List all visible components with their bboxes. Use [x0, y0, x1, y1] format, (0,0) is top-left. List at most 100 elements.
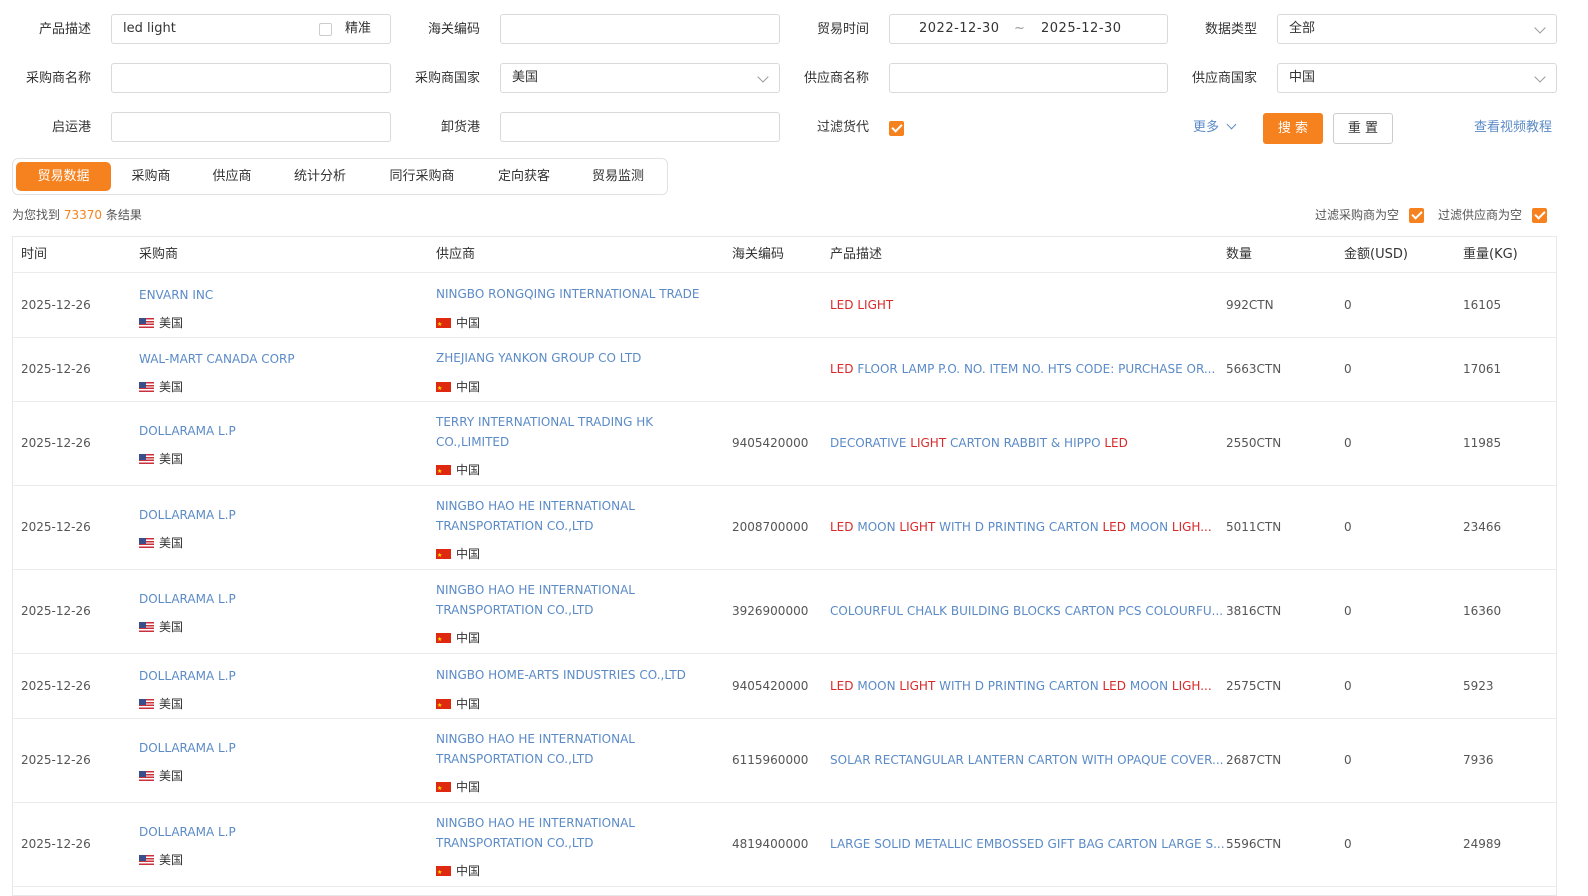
tab-targeted-leads[interactable]: 定向获客	[479, 162, 569, 191]
supplier-name-label: 供应商名称	[803, 71, 869, 86]
origin-port-input[interactable]	[111, 112, 391, 142]
buyer-link[interactable]: DOLLARAMA L.P	[139, 421, 419, 441]
cell-weight: 16105	[1463, 297, 1502, 312]
supplier-country: 中国	[436, 694, 721, 716]
date-to[interactable]: 2025-12-30	[1041, 15, 1122, 43]
results-count: 73370	[63, 208, 103, 222]
origin-port-label: 启运港	[51, 120, 91, 135]
cell-qty: 5011CTN	[1226, 520, 1282, 534]
us-flag-icon	[139, 382, 154, 392]
hs-code-input[interactable]	[500, 14, 780, 44]
buyer-country: 美国	[139, 313, 419, 333]
buyer-link[interactable]: DOLLARAMA L.P	[139, 822, 419, 842]
buyer-link[interactable]: WAL-MART CANADA CORP	[139, 349, 419, 369]
more-toggle[interactable]: 更多	[1193, 112, 1237, 144]
table-row: 2025-12-26 DOLLARAMA L.P 美国 NINGBO HOME-ART…	[13, 653, 1556, 719]
cell-desc[interactable]: LED LIGHT	[830, 297, 893, 313]
cell-weight: 7936	[1463, 753, 1494, 767]
buyer-link[interactable]: DOLLARAMA L.P	[139, 589, 419, 609]
cell-desc[interactable]: LED MOON LIGHT WITH D PRINTING CARTON LE…	[830, 519, 1212, 535]
data-type-label: 数据类型	[1204, 22, 1257, 37]
buyer-country-text: 美国	[159, 697, 184, 711]
col-hs-code: 海关编码	[732, 247, 785, 262]
buyer-link[interactable]: DOLLARAMA L.P	[139, 505, 419, 525]
supplier-link[interactable]: NINGBO HAO HE INTERNATIONAL TRANSPORTATIO…	[436, 814, 721, 853]
supplier-country-text: 中国	[456, 696, 481, 711]
supplier-link[interactable]: NINGBO HAO HE INTERNATIONAL TRANSPORTATIO…	[436, 497, 721, 536]
supplier-link[interactable]: ZHEJIANG YANKON GROUP CO LTD	[436, 349, 721, 369]
filter-forwarder-checkbox[interactable]	[889, 121, 904, 136]
cell-desc[interactable]: LED FLOOR LAMP P.O. NO. ITEM NO. HTS COD…	[830, 361, 1215, 377]
supplier-link[interactable]: NINGBO RONGQING INTERNATIONAL TRADE	[436, 285, 721, 305]
buyer-country-text: 美国	[159, 452, 184, 466]
data-type-select[interactable]: 全部	[1277, 14, 1557, 44]
us-flag-icon	[139, 318, 154, 328]
data-type-value: 全部	[1289, 21, 1316, 36]
tab-statistics[interactable]: 统计分析	[275, 162, 365, 191]
cell-supplier: NINGBO HAO HE INTERNATIONAL TRANSPORTATIO…	[436, 497, 721, 566]
buyer-country-text: 美国	[159, 380, 184, 394]
cn-flag-icon	[436, 779, 451, 799]
date-separator: ~	[1014, 21, 1025, 36]
buyer-country-text: 美国	[159, 316, 184, 330]
cell-weight: 24989	[1463, 837, 1502, 851]
cell-time: 2025-12-26	[21, 362, 91, 376]
cell-desc[interactable]: COLOURFUL CHALK BUILDING BLOCKS CARTON P…	[830, 603, 1223, 619]
cell-supplier: NINGBO HOME-ARTS INDUSTRIES CO.,LTD 中国	[436, 666, 721, 716]
exact-match-checkbox[interactable]	[319, 23, 332, 36]
cell-qty: 5663CTN	[1226, 362, 1282, 376]
buyer-link[interactable]: DOLLARAMA L.P	[139, 666, 419, 686]
product-desc-input[interactable]: led light 精准	[111, 14, 391, 44]
trade-time-range[interactable]: 2022-12-30 ~ 2025-12-30	[889, 14, 1168, 44]
supplier-country: 中国	[436, 377, 721, 399]
cell-desc[interactable]: DECORATIVE LIGHT CARTON RABBIT & HIPPO L…	[830, 435, 1128, 451]
us-flag-icon	[139, 622, 154, 632]
buyer-name-input[interactable]	[111, 63, 391, 93]
cell-desc[interactable]: SOLAR RECTANGULAR LANTERN CARTON WITH OP…	[830, 752, 1223, 768]
table-row: 2025-12-26 DOLLARAMA L.P 美国 NINGBO HAO HE I…	[13, 569, 1556, 654]
buyer-country-text: 美国	[159, 853, 184, 867]
tab-buyers[interactable]: 采购商	[113, 162, 189, 191]
tab-peer-buyers[interactable]: 同行采购商	[369, 162, 475, 191]
tab-suppliers[interactable]: 供应商	[193, 162, 271, 191]
cell-desc[interactable]: LED MOON LIGHT WITH D PRINTING CARTON LE…	[830, 678, 1212, 694]
tab-trade-monitor[interactable]: 贸易监测	[573, 162, 663, 191]
cell-qty: 992CTN	[1226, 297, 1274, 312]
supplier-country-text: 中国	[456, 864, 481, 878]
tab-trade-data[interactable]: 贸易数据	[16, 162, 111, 191]
cell-time: 2025-12-26	[21, 604, 91, 618]
video-tutorial-link[interactable]: 查看视频教程	[1474, 112, 1552, 144]
filter-forwarder-label: 过滤货代	[816, 120, 869, 135]
reset-button[interactable]: 重 置	[1333, 113, 1393, 144]
cell-hs-code: 3926900000	[732, 604, 809, 618]
filter-supplier-empty-checkbox[interactable]	[1532, 208, 1547, 223]
cell-hs-code: 6115960000	[732, 753, 809, 767]
buyer-country: 美国	[139, 850, 419, 870]
cell-buyer: DOLLARAMA L.P 美国	[139, 822, 419, 870]
dest-port-input[interactable]	[500, 112, 780, 142]
supplier-country-select[interactable]: 中国	[1277, 63, 1557, 93]
cn-flag-icon	[436, 863, 451, 883]
supplier-link[interactable]: TERRY INTERNATIONAL TRADING HK CO.,LIMITE…	[436, 413, 721, 452]
buyer-country-select[interactable]: 美国	[500, 63, 780, 93]
cn-flag-icon	[436, 379, 451, 399]
cell-weight: 17061	[1463, 362, 1502, 376]
cell-desc[interactable]: LARGE SOLID METALLIC EMBOSSED GIFT BAG C…	[830, 836, 1225, 852]
cell-hs-code: 2008700000	[732, 520, 809, 534]
cn-flag-icon	[436, 315, 451, 335]
product-desc-value: led light	[123, 21, 176, 36]
buyer-link[interactable]: DOLLARAMA L.P	[139, 738, 419, 758]
col-supplier: 供应商	[436, 247, 476, 262]
table-row: 2025-12-26 DOLLARAMA L.P 美国 NINGBO HAO HE I…	[13, 485, 1556, 570]
supplier-name-input[interactable]	[889, 63, 1168, 93]
col-desc: 产品描述	[830, 247, 883, 262]
date-from[interactable]: 2022-12-30	[919, 15, 1000, 43]
supplier-link[interactable]: NINGBO HAO HE INTERNATIONAL TRANSPORTATIO…	[436, 581, 721, 620]
filter-buyer-empty-checkbox[interactable]	[1409, 208, 1424, 223]
cell-amount: 0	[1344, 436, 1352, 450]
buyer-link[interactable]: ENVARN INC	[139, 285, 419, 305]
supplier-link[interactable]: NINGBO HOME-ARTS INDUSTRIES CO.,LTD	[436, 666, 721, 686]
supplier-link[interactable]: NINGBO HAO HE INTERNATIONAL TRANSPORTATIO…	[436, 730, 721, 769]
cell-buyer: WAL-MART CANADA CORP 美国	[139, 349, 419, 397]
search-button[interactable]: 搜 索	[1263, 113, 1323, 144]
